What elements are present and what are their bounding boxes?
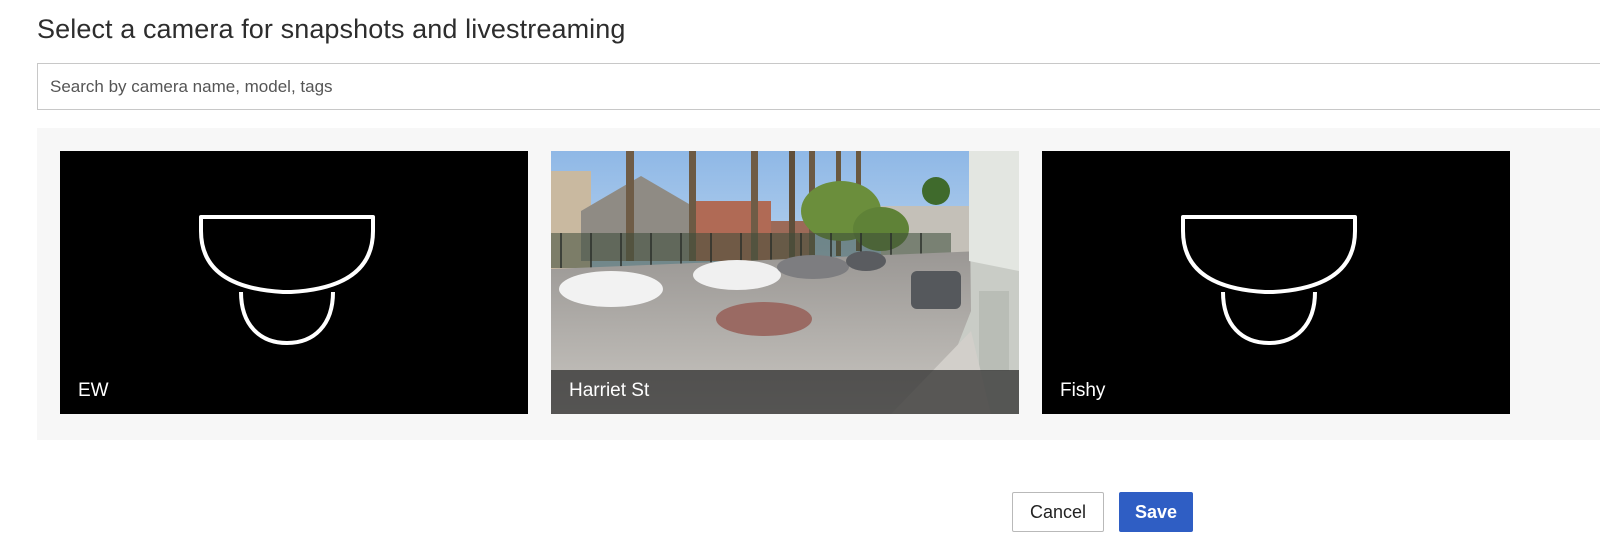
- camera-name: EW: [78, 380, 109, 401]
- camera-grid: EW Harriet St Fishy: [37, 128, 1600, 440]
- card-label-bar: [60, 370, 528, 414]
- camera-card-harriet-st[interactable]: Harriet St: [551, 151, 1019, 414]
- camera-card-fishy[interactable]: Fishy: [1042, 151, 1510, 414]
- camera-card-ew[interactable]: EW: [60, 151, 528, 414]
- cancel-button[interactable]: Cancel: [1012, 492, 1104, 532]
- card-label-bar: [1042, 370, 1510, 414]
- camera-search-input[interactable]: [37, 63, 1600, 110]
- camera-name: Harriet St: [569, 380, 650, 401]
- save-button[interactable]: Save: [1119, 492, 1193, 532]
- camera-select-dialog: Select a camera for snapshots and livest…: [0, 0, 1600, 548]
- dialog-title: Select a camera for snapshots and livest…: [37, 14, 626, 44]
- camera-name: Fishy: [1060, 380, 1106, 401]
